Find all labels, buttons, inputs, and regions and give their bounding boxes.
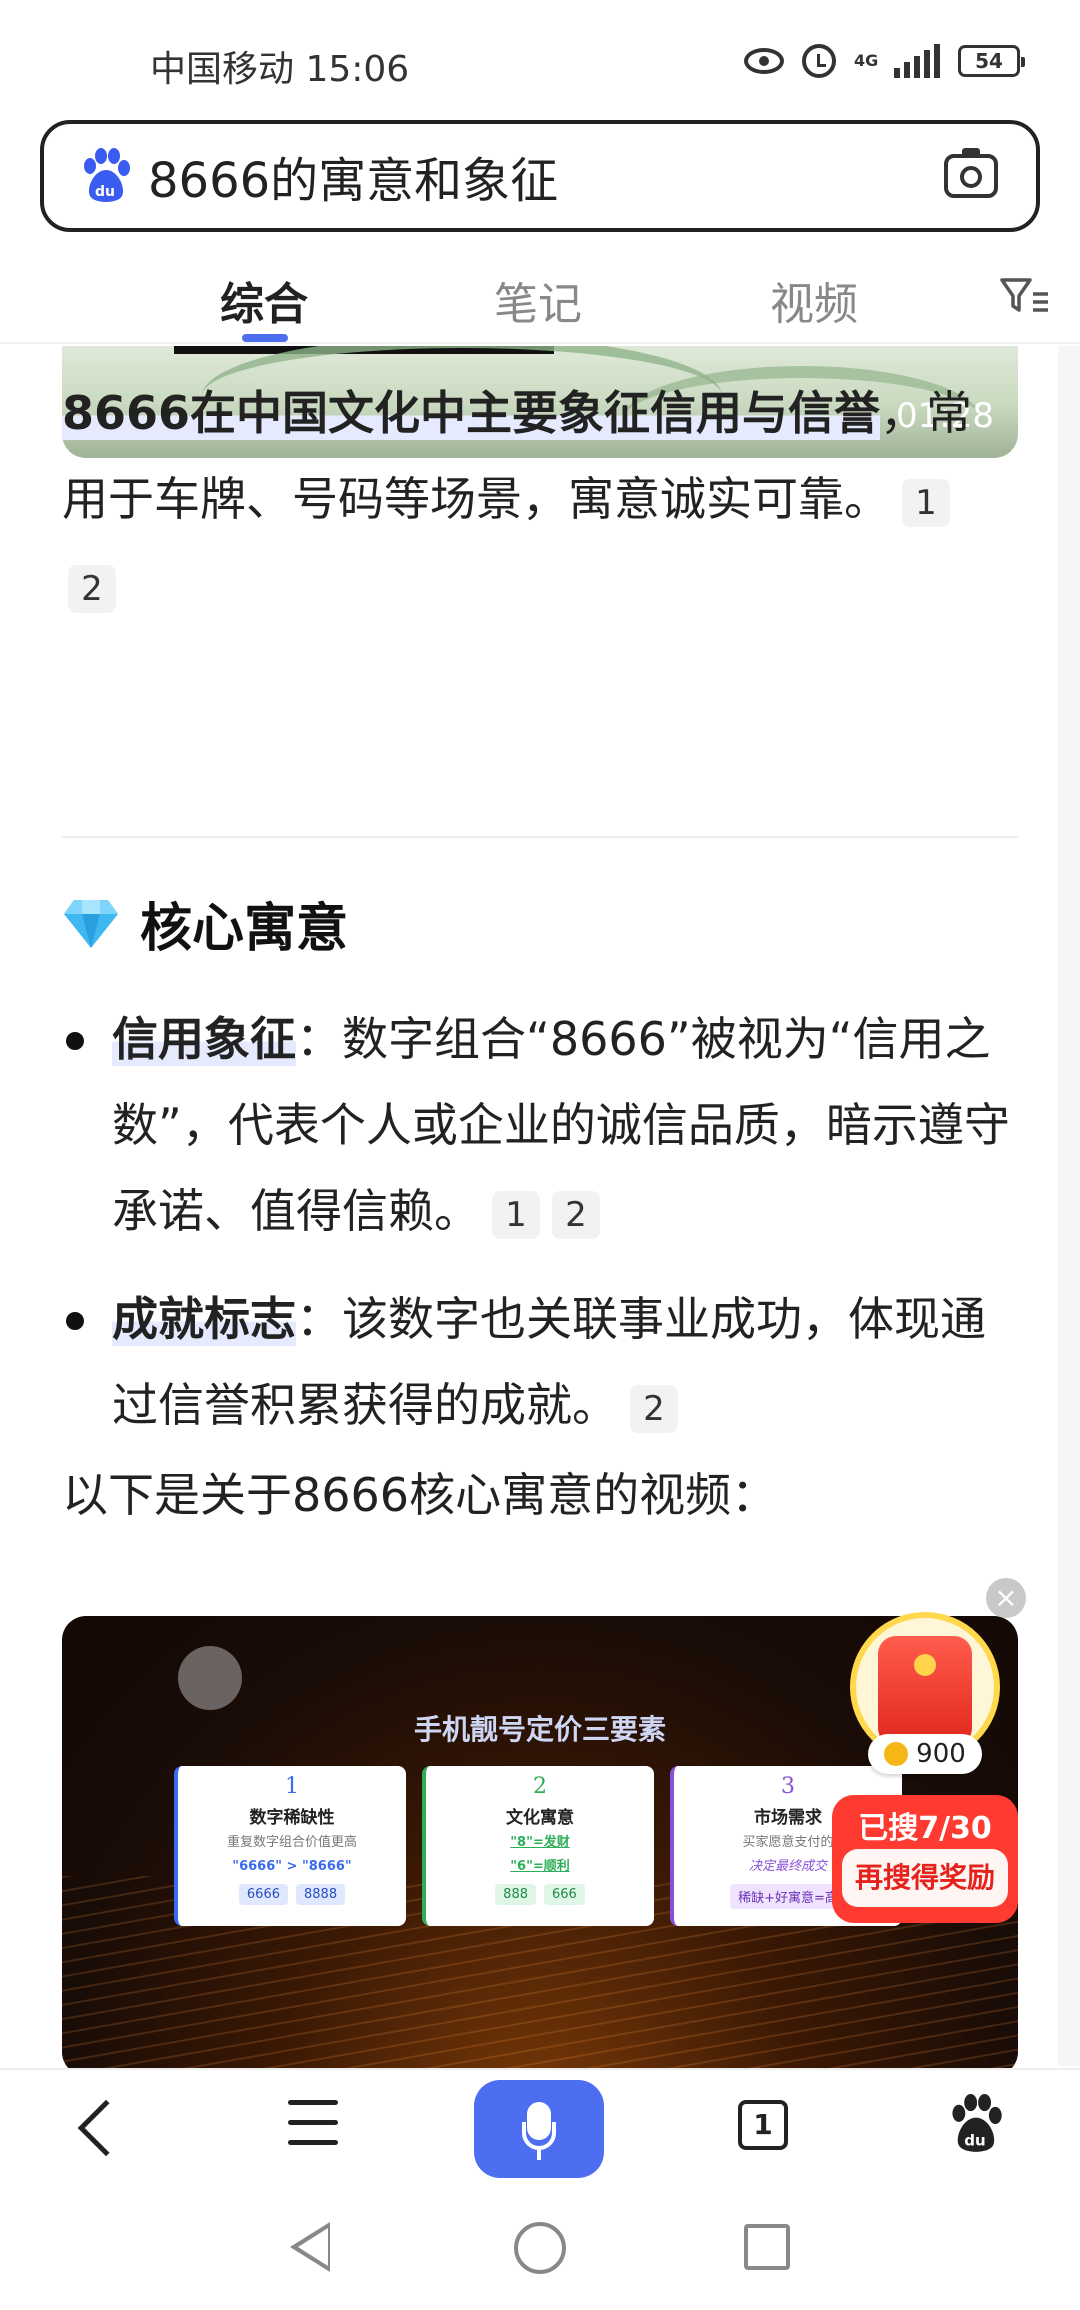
battery-icon: 54 — [958, 45, 1025, 77]
divider — [62, 836, 1018, 838]
tab-comprehensive[interactable]: 综合 — [220, 268, 308, 332]
citation-badge[interactable]: 2 — [68, 564, 116, 613]
search-bar[interactable]: du 8666的寓意和象征 — [40, 120, 1040, 232]
red-packet-widget[interactable]: 900 — [850, 1612, 1000, 1774]
status-bar: 中国移动 15:06 4G 54 — [0, 0, 1080, 115]
card-chip: 稀缺+好寓意=高 — [730, 1884, 846, 1909]
active-tab-indicator — [242, 334, 288, 342]
signal-icon — [894, 44, 940, 78]
card-number: 2 — [533, 1774, 547, 1799]
tab-video[interactable]: 视频 — [770, 268, 858, 332]
menu-icon[interactable] — [288, 2100, 338, 2148]
carrier-time: 中国移动 15:06 — [150, 49, 410, 90]
result-tabs: 综合 笔记 视频 — [0, 240, 1080, 344]
card-desc: 重复数字组合价值更高 — [226, 1835, 357, 1850]
coin-count: 900 — [916, 1739, 966, 1769]
camera-icon[interactable] — [944, 148, 998, 198]
svg-text:du: du — [964, 2131, 985, 2149]
card-desc: "6"=顺利 — [510, 1859, 570, 1874]
video-intro-text: 以下是关于8666核心寓意的视频： — [62, 1468, 778, 1522]
search-progress: 已搜7/30 — [858, 1811, 992, 1846]
pricing-card: 1 数字稀缺性 重复数字组合价值更高 "6666" > "8666" 6666 … — [174, 1766, 406, 1926]
tab-notes[interactable]: 笔记 — [494, 268, 582, 332]
scrollbar[interactable] — [1058, 346, 1080, 2066]
reward-button[interactable]: 再搜得奖励 — [842, 1849, 1008, 1907]
search-input[interactable]: 8666的寓意和象征 — [148, 141, 944, 211]
card-chip: 666 — [544, 1884, 585, 1905]
citation-badge[interactable]: 2 — [630, 1384, 678, 1433]
section-heading: 核心寓意 — [62, 886, 348, 961]
tabs-counter-button[interactable]: 1 — [738, 2100, 788, 2150]
card-desc: "8"=发财 — [510, 1835, 570, 1850]
gem-icon — [62, 898, 120, 950]
card-chip: 6666 — [238, 1884, 288, 1905]
voice-search-button[interactable] — [474, 2080, 604, 2178]
summary-paragraph: 8666在中国文化中主要象征信用与信誉，常用于车牌、号码等场景，寓意诚实可靠。 1… — [62, 370, 1018, 628]
baidu-home-icon[interactable]: du — [946, 2094, 1006, 2154]
bullet-term: 成就标志 — [112, 1292, 296, 1346]
battery-level: 54 — [975, 49, 1003, 73]
section-title: 核心寓意 — [140, 899, 349, 959]
alarm-icon — [802, 44, 836, 78]
system-home-icon[interactable] — [514, 2222, 566, 2274]
system-navigation — [0, 2192, 1080, 2310]
card-name: 文化寓意 — [506, 1808, 574, 1828]
card-name: 数字稀缺性 — [249, 1808, 335, 1828]
filter-icon[interactable] — [1000, 276, 1050, 316]
network-type: 4G — [854, 51, 879, 70]
pricing-card: 2 文化寓意 "8"=发财 "6"=顺利 888 666 — [422, 1766, 654, 1926]
svg-text:du: du — [95, 184, 115, 200]
citation-badge[interactable]: 2 — [552, 1190, 600, 1239]
citation-badge[interactable]: 1 — [492, 1190, 540, 1239]
system-recents-icon[interactable] — [744, 2224, 790, 2270]
back-icon[interactable] — [77, 2099, 135, 2157]
bullet-term: 信用象征 — [112, 1012, 296, 1066]
coin-icon — [884, 1742, 909, 1766]
bullet-item: 成就标志：该数字也关联事业成功，体现通过信誉积累获得的成就。 2 — [62, 1276, 1018, 1448]
system-back-icon[interactable] — [290, 2222, 330, 2272]
search-reward-banner[interactable]: 已搜7/30 再搜得奖励 — [832, 1795, 1018, 1923]
card-desc: "6666" > "8666" — [232, 1859, 352, 1874]
citation-badge[interactable]: 1 — [902, 478, 950, 527]
coin-count-pill: 900 — [868, 1734, 982, 1774]
eye-icon — [744, 48, 784, 74]
status-icons: 4G 54 — [744, 36, 1025, 86]
baidu-logo-icon: du — [78, 148, 134, 204]
card-chip: 888 — [495, 1884, 536, 1905]
red-packet-icon — [878, 1636, 972, 1746]
video-overlay-circle — [178, 1646, 242, 1710]
bottom-navigation: 1 du — [0, 2068, 1080, 2192]
card-chip: 8888 — [296, 1884, 346, 1905]
card-number: 1 — [285, 1774, 299, 1799]
summary-highlight: 8666在中国文化中主要象征信用与信誉 — [62, 386, 881, 440]
bullet-item: 信用象征：数字组合“8666”被视为“信用之数”，代表个人或企业的诚信品质，暗示… — [62, 996, 1018, 1254]
